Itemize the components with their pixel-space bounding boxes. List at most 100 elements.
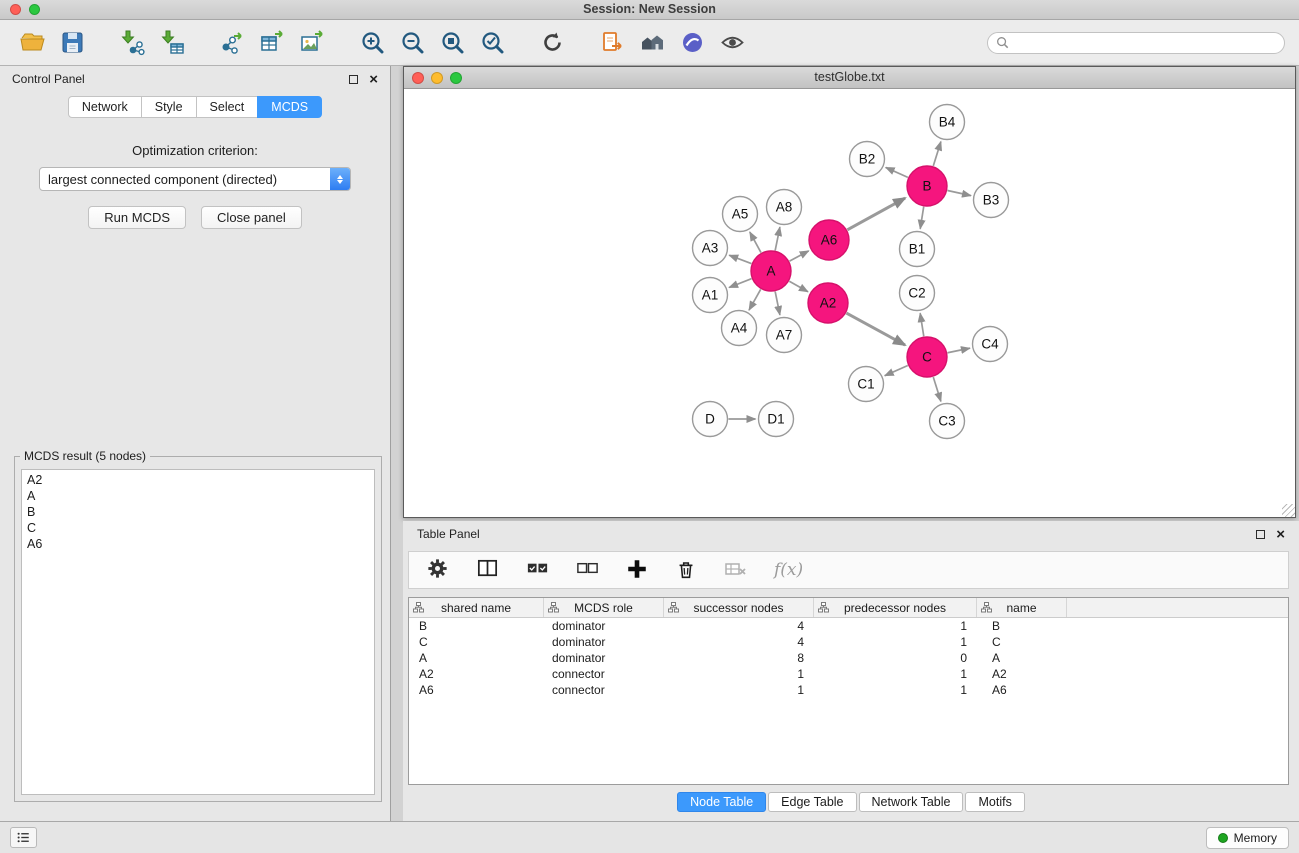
table-cell[interactable]: A2: [409, 666, 544, 682]
graph-node-A2[interactable]: A2: [808, 283, 848, 323]
graph-node-C4[interactable]: C4: [973, 327, 1008, 362]
tab-style[interactable]: Style: [141, 96, 197, 118]
table-cell[interactable]: 1: [814, 618, 977, 634]
tab-motifs[interactable]: Motifs: [965, 792, 1024, 812]
table-row[interactable]: Adominator80A: [409, 650, 1288, 666]
export-table-button[interactable]: [254, 24, 291, 61]
graph-edge-A6-B[interactable]: [847, 198, 905, 230]
close-window-button[interactable]: [10, 4, 21, 15]
graph-edge-B-B1[interactable]: [920, 207, 923, 229]
table-cell[interactable]: A: [977, 650, 1067, 666]
mcds-result-item[interactable]: A: [22, 488, 374, 504]
import-table-button[interactable]: [154, 24, 191, 61]
network-canvas[interactable]: B4B2BB3A5A8A6A3B1AC2A1A2A4A7C4CC1DD1C3: [404, 89, 1295, 517]
home-button[interactable]: [634, 24, 671, 61]
graph-edge-A-A6[interactable]: [790, 251, 809, 261]
table-cell[interactable]: dominator: [544, 634, 664, 650]
graph-edge-C-C4[interactable]: [948, 348, 970, 353]
table-cell[interactable]: 1: [814, 666, 977, 682]
table-cell[interactable]: A6: [409, 682, 544, 698]
memory-button[interactable]: Memory: [1206, 827, 1289, 849]
graph-edge-A2-C[interactable]: [846, 313, 905, 345]
import-network-button[interactable]: [114, 24, 151, 61]
table-row[interactable]: Bdominator41B: [409, 618, 1288, 634]
graph-node-D[interactable]: D: [693, 402, 728, 437]
criterion-dropdown[interactable]: largest connected component (directed): [39, 167, 351, 191]
graph-edge-B-B3[interactable]: [948, 190, 971, 195]
search-box[interactable]: [987, 32, 1285, 54]
delete-table-button[interactable]: [723, 556, 749, 585]
open-session-button[interactable]: [14, 24, 51, 61]
network-minimize-button[interactable]: [431, 72, 443, 84]
graph-node-A8[interactable]: A8: [767, 190, 802, 225]
graph-edge-A-A8[interactable]: [775, 227, 780, 250]
network-graph[interactable]: B4B2BB3A5A8A6A3B1AC2A1A2A4A7C4CC1DD1C3: [404, 89, 1295, 517]
export-network-button[interactable]: [214, 24, 251, 61]
graph-node-A1[interactable]: A1: [693, 278, 728, 313]
column-header-successor-nodes[interactable]: successor nodes: [664, 598, 814, 617]
column-header-mcds-role[interactable]: MCDS role: [544, 598, 664, 617]
graph-edge-C-C2[interactable]: [920, 313, 924, 336]
table-cell[interactable]: A2: [977, 666, 1067, 682]
graph-edge-A-A7[interactable]: [775, 292, 780, 315]
column-header-shared-name[interactable]: shared name: [409, 598, 544, 617]
column-header-predecessor-nodes[interactable]: predecessor nodes: [814, 598, 977, 617]
graph-node-C1[interactable]: C1: [849, 367, 884, 402]
zoom-window-button[interactable]: [29, 4, 40, 15]
mcds-result-item[interactable]: A6: [22, 536, 374, 552]
graph-node-C2[interactable]: C2: [900, 276, 935, 311]
style-brush-button[interactable]: [674, 24, 711, 61]
graph-node-A5[interactable]: A5: [723, 197, 758, 232]
tab-node-table[interactable]: Node Table: [677, 792, 766, 812]
graph-node-B[interactable]: B: [907, 166, 947, 206]
graph-edge-A-A2[interactable]: [789, 281, 808, 291]
graph-node-A3[interactable]: A3: [693, 231, 728, 266]
mcds-result-item[interactable]: A2: [22, 472, 374, 488]
table-cell[interactable]: C: [409, 634, 544, 650]
table-cell[interactable]: B: [409, 618, 544, 634]
search-input[interactable]: [1014, 36, 1276, 50]
tab-network[interactable]: Network: [68, 96, 142, 118]
save-session-button[interactable]: [54, 24, 91, 61]
show-column-button[interactable]: [475, 556, 500, 584]
tab-mcds[interactable]: MCDS: [257, 96, 322, 118]
float-panel-icon[interactable]: [349, 75, 358, 84]
graph-node-A7[interactable]: A7: [767, 318, 802, 353]
select-all-button[interactable]: [525, 556, 550, 584]
table-cell[interactable]: A: [409, 650, 544, 666]
network-close-button[interactable]: [412, 72, 424, 84]
table-cell[interactable]: 1: [814, 634, 977, 650]
table-cell[interactable]: A6: [977, 682, 1067, 698]
graph-edge-A-A3[interactable]: [729, 255, 751, 263]
show-details-button[interactable]: [714, 24, 751, 61]
unselect-all-button[interactable]: [575, 556, 600, 584]
table-cell[interactable]: 8: [664, 650, 814, 666]
table-row[interactable]: A2connector11A2: [409, 666, 1288, 682]
float-table-panel-icon[interactable]: [1256, 530, 1265, 539]
graph-edge-B-B2[interactable]: [886, 167, 908, 177]
table-cell[interactable]: 4: [664, 618, 814, 634]
table-cell[interactable]: 1: [664, 682, 814, 698]
table-row[interactable]: Cdominator41C: [409, 634, 1288, 650]
network-window-titlebar[interactable]: testGlobe.txt: [404, 67, 1295, 89]
add-column-button[interactable]: [625, 557, 649, 584]
table-cell[interactable]: dominator: [544, 618, 664, 634]
table-cell[interactable]: 0: [814, 650, 977, 666]
graph-edge-A-A5[interactable]: [750, 232, 761, 253]
zoom-selected-button[interactable]: [474, 24, 511, 61]
zoom-in-button[interactable]: [354, 24, 391, 61]
mcds-result-item[interactable]: B: [22, 504, 374, 520]
graph-node-C[interactable]: C: [907, 337, 947, 377]
network-zoom-button[interactable]: [450, 72, 462, 84]
run-mcds-button[interactable]: Run MCDS: [88, 206, 186, 229]
export-document-button[interactable]: [594, 24, 631, 61]
close-panel-button[interactable]: Close panel: [201, 206, 302, 229]
tab-select[interactable]: Select: [196, 96, 259, 118]
export-image-button[interactable]: [294, 24, 331, 61]
refresh-button[interactable]: [534, 24, 571, 61]
tab-edge-table[interactable]: Edge Table: [768, 792, 856, 812]
close-panel-icon[interactable]: ×: [369, 74, 378, 85]
graph-node-A4[interactable]: A4: [722, 311, 757, 346]
function-builder-button[interactable]: f(x): [774, 560, 803, 580]
table-cell[interactable]: 1: [814, 682, 977, 698]
